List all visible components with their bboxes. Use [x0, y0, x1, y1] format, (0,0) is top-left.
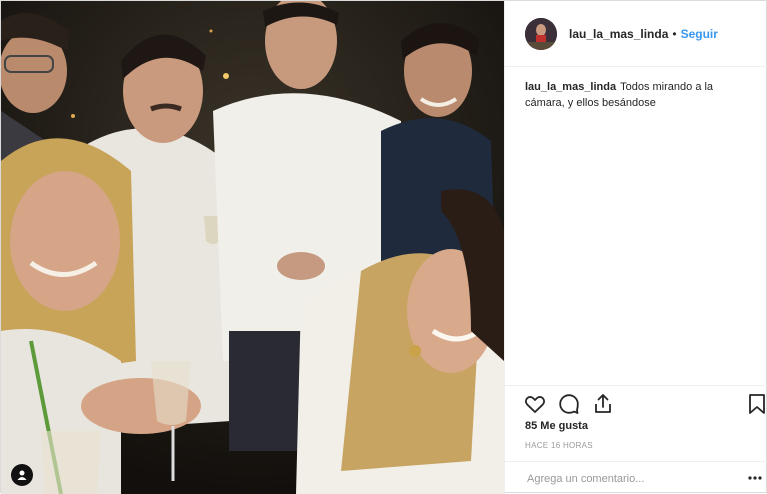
action-bar: [505, 385, 767, 421]
post-photo[interactable]: [1, 1, 504, 494]
post-timestamp: HACE 16 HORAS: [525, 441, 593, 450]
follow-button[interactable]: Seguir: [681, 27, 718, 41]
tagged-user-icon[interactable]: [11, 464, 33, 486]
post-sidebar: lau_la_mas_linda • Seguir lau_la_mas_lin…: [504, 1, 767, 494]
more-options-icon[interactable]: [747, 470, 763, 491]
caption: lau_la_mas_linda Todos mirando a la cámar…: [505, 67, 767, 111]
separator-dot: •: [672, 26, 677, 41]
heart-icon[interactable]: [523, 392, 547, 416]
post-header: lau_la_mas_linda • Seguir: [505, 1, 767, 67]
share-icon[interactable]: [591, 392, 615, 416]
photo-scene: [1, 1, 504, 494]
likes-count[interactable]: 85 Me gusta: [525, 420, 588, 432]
header-username[interactable]: lau_la_mas_linda: [569, 27, 668, 41]
comment-icon[interactable]: [557, 392, 581, 416]
instagram-post: lau_la_mas_linda • Seguir lau_la_mas_lin…: [0, 0, 767, 494]
caption-username[interactable]: lau_la_mas_linda: [525, 81, 616, 93]
comment-bar: [505, 461, 767, 494]
bookmark-icon[interactable]: [745, 392, 767, 416]
comment-input[interactable]: [525, 468, 719, 490]
avatar[interactable]: [525, 17, 557, 50]
